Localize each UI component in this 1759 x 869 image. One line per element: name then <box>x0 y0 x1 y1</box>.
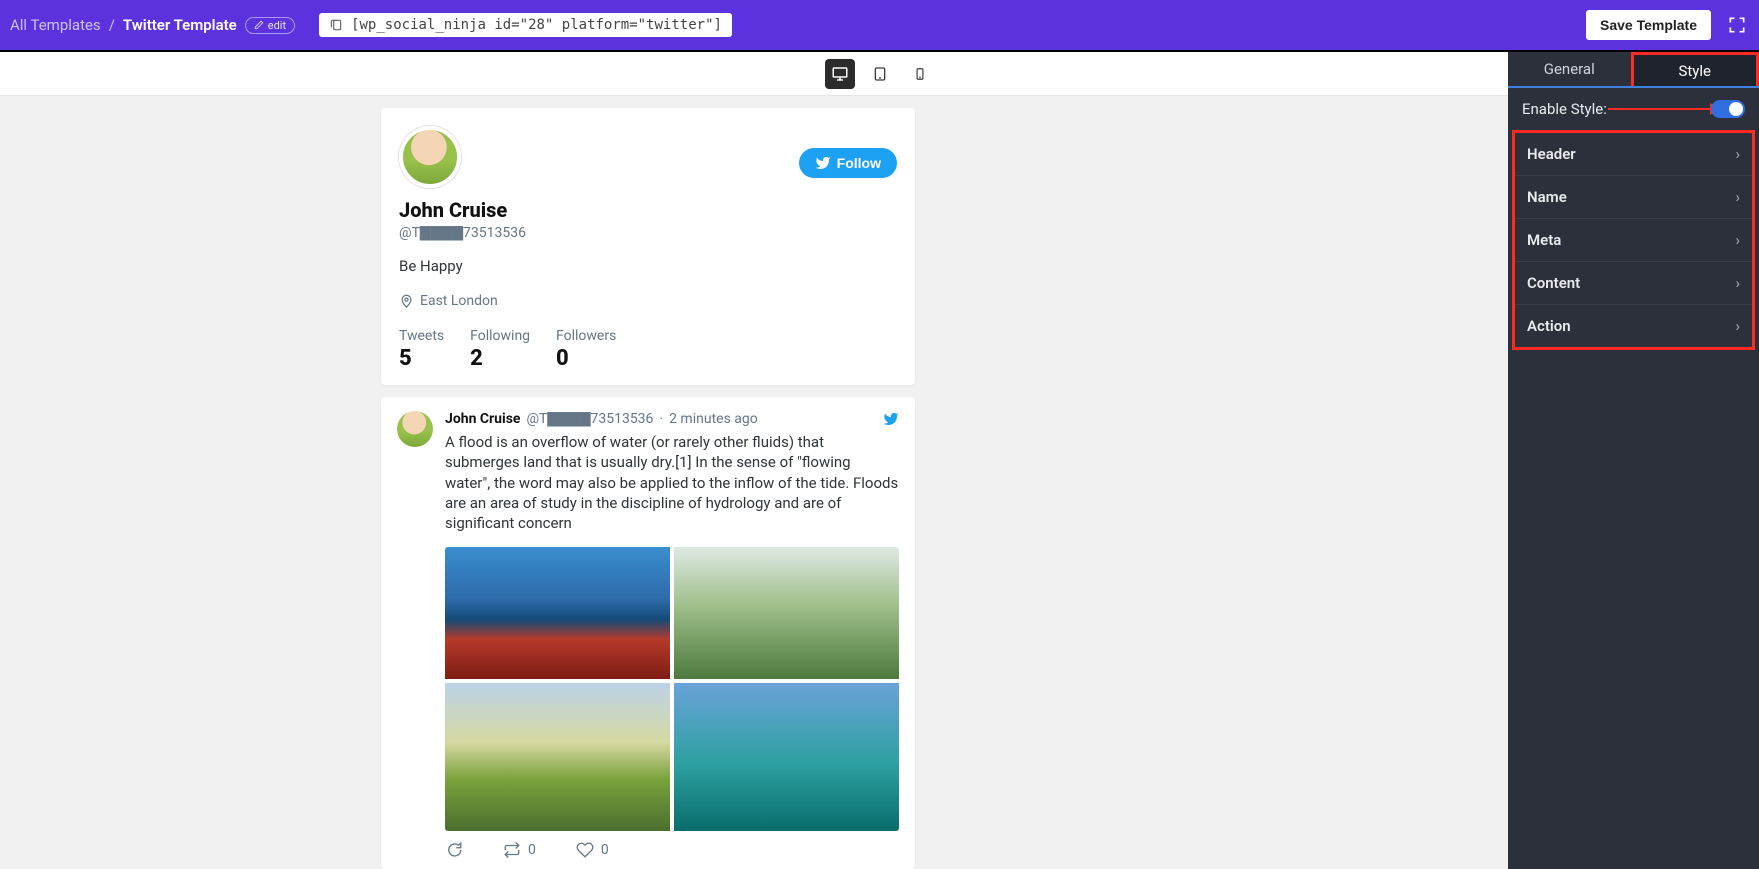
retweet-button[interactable]: 0 <box>503 841 536 859</box>
enable-style-row: Enable Style: <box>1508 88 1759 126</box>
chevron-right-icon: › <box>1735 145 1740 163</box>
tweet-time: 2 minutes ago <box>669 411 758 427</box>
edit-label: edit <box>268 19 286 32</box>
device-bar <box>0 52 1759 96</box>
pencil-icon <box>254 20 264 30</box>
profile-avatar <box>399 126 461 188</box>
profile-handle: @T▇▇▇▇73513536 <box>399 225 897 241</box>
tweet-media-2[interactable] <box>674 547 899 679</box>
tweet-media-4[interactable] <box>674 683 899 831</box>
location-icon <box>399 294 414 309</box>
section-action[interactable]: Action › <box>1515 305 1752 347</box>
profile-location-text: East London <box>420 293 498 309</box>
heart-icon <box>576 841 594 859</box>
tweet-author-name: John Cruise <box>445 411 520 427</box>
follow-button[interactable]: Follow <box>799 148 897 178</box>
stat-following-value: 2 <box>470 346 530 371</box>
device-mobile-button[interactable] <box>905 59 935 89</box>
section-name[interactable]: Name › <box>1515 176 1752 219</box>
profile-card: Follow John Cruise @T▇▇▇▇73513536 Be Hap… <box>381 108 915 385</box>
breadcrumb-root[interactable]: All Templates <box>10 16 101 34</box>
device-desktop-button[interactable] <box>825 59 855 89</box>
reply-icon <box>445 841 463 859</box>
stat-followers-label: Followers <box>556 328 616 344</box>
shortcode-field[interactable]: [wp_social_ninja id="28" platform="twitt… <box>319 13 732 37</box>
section-label: Action <box>1527 317 1571 335</box>
twitter-icon <box>883 411 899 427</box>
stat-tweets-label: Tweets <box>399 328 444 344</box>
preview-canvas: Follow John Cruise @T▇▇▇▇73513536 Be Hap… <box>0 96 1759 869</box>
stat-tweets: Tweets 5 <box>399 328 444 371</box>
edit-template-button[interactable]: edit <box>245 17 295 34</box>
desktop-icon <box>831 65 849 83</box>
twitter-brand-icon <box>883 411 899 427</box>
dot-separator: · <box>659 411 663 427</box>
profile-bio: Be Happy <box>399 257 897 275</box>
stat-followers-value: 0 <box>556 346 616 371</box>
tweet-media-3[interactable] <box>445 683 670 831</box>
chevron-right-icon: › <box>1735 317 1740 335</box>
section-label: Name <box>1527 188 1567 206</box>
section-meta[interactable]: Meta › <box>1515 219 1752 262</box>
like-count: 0 <box>601 842 609 858</box>
chevron-right-icon: › <box>1735 274 1740 292</box>
tweet-media-grid <box>445 547 899 831</box>
tab-style[interactable]: Style <box>1631 52 1759 86</box>
stat-following-label: Following <box>470 328 530 344</box>
chevron-right-icon: › <box>1735 188 1740 206</box>
section-header[interactable]: Header › <box>1515 133 1752 176</box>
settings-sidebar: General Style Enable Style: Header › Nam… <box>1508 52 1759 869</box>
tweet-card: John Cruise @T▇▇▇▇73513536 · 2 minutes a… <box>381 397 915 869</box>
stat-followers: Followers 0 <box>556 328 616 371</box>
topbar: All Templates / Twitter Template edit [w… <box>0 0 1759 52</box>
section-label: Header <box>1527 145 1576 163</box>
follow-label: Follow <box>837 155 881 171</box>
mobile-icon <box>913 67 927 81</box>
enable-style-toggle[interactable] <box>1711 100 1745 118</box>
profile-stats: Tweets 5 Following 2 Followers 0 <box>399 327 897 371</box>
annotation-arrow <box>1608 108 1716 110</box>
tweet-media-1[interactable] <box>445 547 670 679</box>
tweet-text: A flood is an overflow of water (or rare… <box>445 432 899 533</box>
breadcrumb-current: Twitter Template <box>123 16 237 34</box>
shortcode-text: [wp_social_ninja id="28" platform="twitt… <box>351 17 722 33</box>
profile-name: John Cruise <box>399 198 897 222</box>
twitter-icon <box>815 155 831 171</box>
reply-button[interactable] <box>445 841 463 859</box>
stat-following: Following 2 <box>470 328 530 371</box>
clipboard-icon <box>329 18 343 32</box>
profile-location: East London <box>399 293 897 309</box>
chevron-right-icon: › <box>1735 231 1740 249</box>
section-label: Meta <box>1527 231 1561 249</box>
sidebar-tabs: General Style <box>1508 52 1759 88</box>
stat-tweets-value: 5 <box>399 346 444 371</box>
save-template-button[interactable]: Save Template <box>1586 10 1711 40</box>
fullscreen-button[interactable] <box>1725 13 1749 37</box>
breadcrumb-separator: / <box>109 16 115 34</box>
like-button[interactable]: 0 <box>576 841 609 859</box>
retweet-icon <box>503 841 521 859</box>
enable-style-label: Enable Style: <box>1522 100 1607 118</box>
section-label: Content <box>1527 274 1580 292</box>
tweet-author-handle: @T▇▇▇▇73513536 <box>526 411 653 427</box>
tab-general[interactable]: General <box>1508 52 1631 86</box>
tweet-avatar <box>397 411 433 447</box>
tweet-header: John Cruise @T▇▇▇▇73513536 · 2 minutes a… <box>445 411 899 427</box>
tablet-icon <box>872 66 888 82</box>
retweet-count: 0 <box>528 842 536 858</box>
section-content[interactable]: Content › <box>1515 262 1752 305</box>
device-tablet-button[interactable] <box>865 59 895 89</box>
fullscreen-icon <box>1727 15 1747 35</box>
tweet-actions: 0 0 <box>445 841 899 859</box>
style-sections: Header › Name › Meta › Content › Action … <box>1512 130 1755 350</box>
